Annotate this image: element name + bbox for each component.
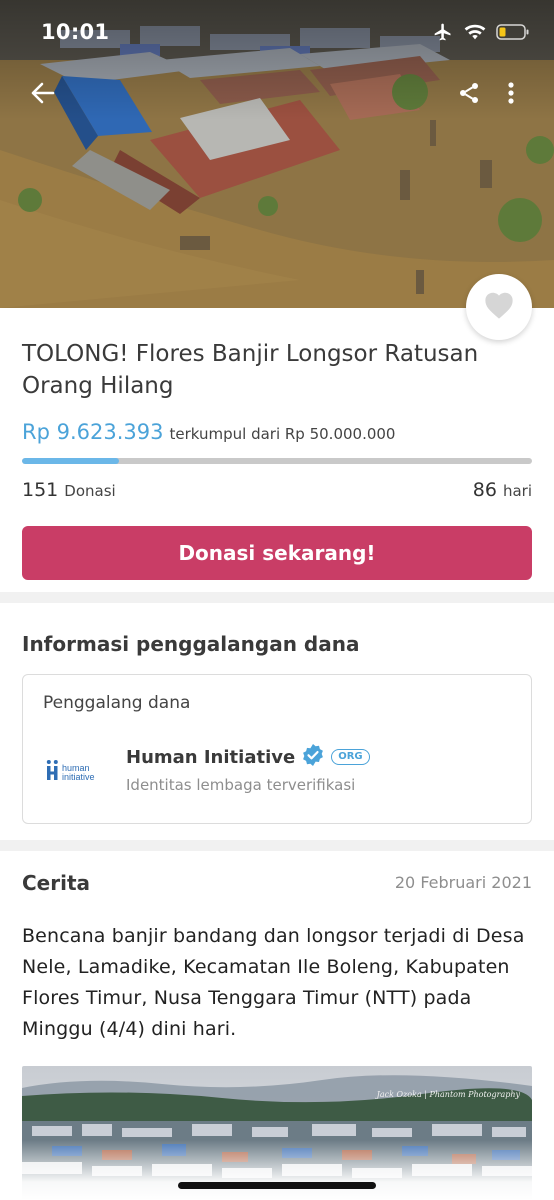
more-options-button[interactable] xyxy=(494,78,528,112)
hero-image: 10:01 xyxy=(0,0,554,308)
status-time: 10:01 xyxy=(41,20,110,44)
org-badge: ORG xyxy=(331,749,370,765)
battery-icon xyxy=(496,23,530,45)
org-verification-text: Identitas lembaga terverifikasi xyxy=(126,776,356,794)
amount-row: Rp 9.623.393 terkumpul dari Rp 50.000.00… xyxy=(22,420,395,444)
org-name: Human Initiative xyxy=(126,746,296,768)
days-count: 86 xyxy=(472,479,497,501)
status-icons xyxy=(432,22,530,46)
story-date: 20 Februari 2021 xyxy=(394,873,532,892)
section-divider xyxy=(0,840,554,851)
donations-label: Donasi xyxy=(64,482,116,500)
org-name-row: Human Initiative ORG xyxy=(126,743,370,771)
campaign-title: TOLONG! Flores Banjir Longsor Ratusan Or… xyxy=(22,341,479,399)
back-button[interactable] xyxy=(26,78,60,112)
fundraiser-info-title: Informasi penggalangan dana xyxy=(22,632,360,656)
wifi-icon xyxy=(464,23,486,45)
donations-stat: 151 Donasi xyxy=(22,479,116,501)
bottom-fade xyxy=(0,1140,554,1200)
story-title: Cerita xyxy=(22,871,91,895)
back-arrow-icon xyxy=(31,82,55,108)
stats-row: 151 Donasi 86 hari xyxy=(22,479,532,501)
progress-fill xyxy=(22,458,119,464)
favorite-button[interactable] xyxy=(466,274,532,340)
share-icon xyxy=(457,81,481,109)
svg-text:initiative: initiative xyxy=(62,772,95,782)
airplane-icon xyxy=(432,22,454,46)
more-vertical-icon xyxy=(507,81,515,109)
section-divider xyxy=(0,592,554,603)
raised-amount: Rp 9.623.393 xyxy=(22,420,164,444)
photo-watermark: Jack Ozoka | Phantom Photography xyxy=(376,1090,520,1099)
status-bar: 10:01 xyxy=(0,0,554,62)
donate-now-button[interactable]: Donasi sekarang! xyxy=(22,526,532,580)
fundraiser-card[interactable]: Penggalang dana human initiative Human I… xyxy=(22,674,532,824)
fundraiser-card-label: Penggalang dana xyxy=(43,693,191,713)
progress-bar xyxy=(22,458,532,464)
donations-count: 151 xyxy=(22,479,59,501)
org-logo: human initiative xyxy=(45,759,109,785)
target-text: terkumpul dari Rp 50.000.000 xyxy=(169,425,396,443)
home-indicator[interactable] xyxy=(178,1182,376,1189)
days-label: hari xyxy=(502,482,532,500)
share-button[interactable] xyxy=(452,78,486,112)
story-body: Bencana banjir bandang dan longsor terja… xyxy=(22,925,525,1040)
verified-badge-icon xyxy=(301,743,325,771)
heart-icon xyxy=(482,290,516,324)
days-stat: 86 hari xyxy=(473,479,532,501)
